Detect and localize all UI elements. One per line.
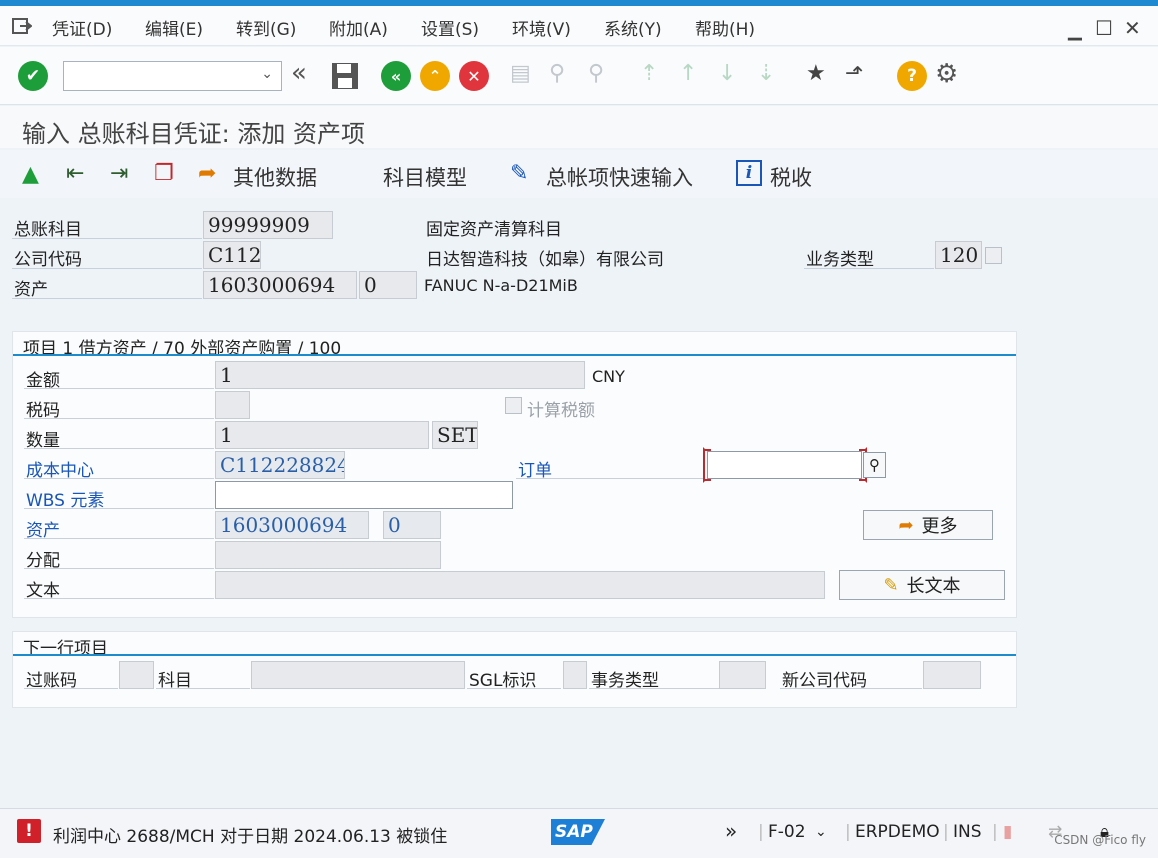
more-button-label: 更多: [921, 516, 958, 537]
find-next-icon[interactable]: ⚲: [588, 61, 618, 91]
gear-icon[interactable]: ⚙: [935, 59, 965, 89]
title-area: 输入 总账科目凭证: 添加 资产项: [0, 106, 1158, 148]
company-code-field: C112: [203, 241, 261, 269]
menu-environment[interactable]: 环境(V): [512, 15, 571, 40]
calc-tax-checkbox[interactable]: [505, 397, 522, 414]
company-code-label: 公司代码: [14, 250, 82, 270]
close-icon[interactable]: ✕: [1124, 16, 1141, 40]
double-chevron-right-icon[interactable]: »: [725, 819, 737, 843]
create-session-icon[interactable]: ★: [806, 61, 836, 91]
gl-account-desc: 固定资产清算科目: [426, 220, 562, 240]
calc-tax-label: 计算税额: [527, 401, 595, 421]
trans-type-label: 业务类型: [806, 250, 874, 270]
menu-help[interactable]: 帮助(H): [695, 15, 755, 40]
new-company-field[interactable]: [923, 661, 981, 689]
menu-icon[interactable]: [12, 18, 32, 34]
print-icon[interactable]: ▤: [510, 61, 540, 91]
find-icon[interactable]: ⚲: [549, 61, 579, 91]
assignment-field[interactable]: [215, 541, 441, 569]
performance-icon: ▮: [1003, 822, 1013, 842]
menu-bar: 凭证(D) 编辑(E) 转到(G) 附加(A) 设置(S) 环境(V) 系统(Y…: [0, 6, 1158, 46]
other-data-button[interactable]: 其他数据: [233, 162, 317, 192]
tax-code-field[interactable]: [215, 391, 250, 419]
search-help-icon[interactable]: ⚲: [863, 452, 886, 478]
long-text-button-label: 长文本: [906, 576, 961, 597]
enter-icon[interactable]: ✔: [18, 61, 48, 91]
copy-item-icon[interactable]: ❐: [154, 161, 174, 186]
unit-field[interactable]: SET: [432, 421, 478, 449]
asset-description: FANUC N-a-D21MiB: [424, 276, 578, 295]
gl-account-label: 总账科目: [14, 220, 82, 240]
fast-entry-button[interactable]: 总帐项快速输入: [546, 162, 693, 192]
next-page-icon[interactable]: ↓: [718, 61, 748, 91]
gl-account-field: 99999909: [203, 211, 333, 239]
transaction-code[interactable]: F-02: [768, 822, 806, 842]
double-chevron-left-icon[interactable]: «: [291, 58, 321, 88]
text-field[interactable]: [215, 571, 825, 599]
insert-mode[interactable]: INS: [953, 822, 982, 842]
sgl-field[interactable]: [563, 661, 587, 689]
previous-item-icon[interactable]: ⇤: [66, 161, 84, 186]
page-title: 输入 总账科目凭证: 添加 资产项: [22, 120, 365, 148]
next-item-icon[interactable]: ⇥: [110, 161, 128, 186]
company-name: 日达智造科技（如皋）有限公司: [426, 250, 664, 270]
status-message[interactable]: 利润中心 2688/MCH 对于日期 2024.06.13 被锁住: [53, 822, 447, 847]
account-field[interactable]: [251, 661, 465, 689]
status-chevron-down-icon[interactable]: ⌄: [815, 824, 827, 840]
cost-center-field[interactable]: C112228824: [215, 451, 345, 479]
watermark: CSDN @Fico fly: [1054, 833, 1146, 847]
menu-settings[interactable]: 设置(S): [421, 15, 479, 40]
long-text-button[interactable]: ✎ 长文本: [839, 570, 1005, 600]
prev-page-icon[interactable]: ↑: [679, 61, 709, 91]
wbs-input[interactable]: [215, 481, 513, 509]
exit-icon[interactable]: ⌃: [420, 61, 450, 91]
help-icon[interactable]: ?: [897, 61, 927, 91]
status-bar: ! 利润中心 2688/MCH 对于日期 2024.06.13 被锁住 SAP …: [0, 808, 1158, 858]
menu-goto[interactable]: 转到(G): [236, 15, 296, 40]
sap-logo: SAP: [551, 819, 605, 845]
command-field[interactable]: ⌄: [63, 61, 282, 91]
trans-type-field: 120: [935, 241, 982, 269]
chevron-down-icon[interactable]: ⌄: [261, 66, 273, 82]
long-text-icon: ✎: [883, 574, 899, 596]
cancel-icon[interactable]: ✕: [459, 61, 489, 91]
system-name: ERPDEMO: [855, 822, 940, 842]
menu-edit[interactable]: 编辑(E): [145, 15, 203, 40]
tax-button[interactable]: 税收: [770, 162, 812, 192]
last-page-icon[interactable]: ⇣: [757, 61, 787, 91]
error-icon: !: [17, 819, 41, 843]
fast-entry-icon[interactable]: ✎: [510, 161, 528, 186]
more-button[interactable]: ➦ 更多: [863, 510, 993, 540]
item-asset-sub-field[interactable]: 0: [383, 511, 441, 539]
account-model-button[interactable]: 科目模型: [383, 162, 467, 192]
currency: CNY: [592, 367, 625, 386]
posting-key-field[interactable]: [119, 661, 154, 689]
asset-number-field: 1603000694: [203, 271, 357, 299]
asset-subnumber-field: 0: [359, 271, 417, 299]
standard-toolbar: ✔ ⌄ « « ⌃ ✕ ▤ ⚲ ⚲ ⇡ ↑ ↓ ⇣ ★ ⬏ ? ⚙: [0, 47, 1158, 105]
item-asset-field[interactable]: 1603000694: [215, 511, 369, 539]
more-icon: ➦: [898, 514, 914, 536]
save-icon[interactable]: [330, 61, 360, 91]
shortcut-icon[interactable]: ⬏: [845, 61, 875, 91]
asset-label: 资产: [14, 280, 48, 300]
application-toolbar: ▲ ⇤ ⇥ ❐ ➦ 其他数据 科目模型 ✎ 总帐项快速输入 i 税收: [0, 150, 1158, 198]
next-trans-type-field[interactable]: [719, 661, 766, 689]
first-page-icon[interactable]: ⇡: [640, 61, 670, 91]
maximize-icon[interactable]: ☐: [1095, 16, 1113, 40]
menu-extras[interactable]: 附加(A): [329, 15, 388, 40]
info-icon[interactable]: i: [736, 160, 762, 186]
other-data-icon[interactable]: ➦: [198, 161, 216, 186]
menu-document[interactable]: 凭证(D): [52, 15, 112, 40]
amount-field[interactable]: 1: [215, 361, 585, 389]
quantity-field[interactable]: 1: [215, 421, 429, 449]
trans-type-checkbox[interactable]: [985, 247, 1002, 264]
back-icon[interactable]: «: [381, 61, 411, 91]
order-input[interactable]: [707, 451, 862, 479]
menu-system[interactable]: 系统(Y): [604, 15, 662, 40]
overview-icon[interactable]: ▲: [22, 162, 39, 187]
minimize-icon[interactable]: ▁: [1068, 20, 1082, 41]
